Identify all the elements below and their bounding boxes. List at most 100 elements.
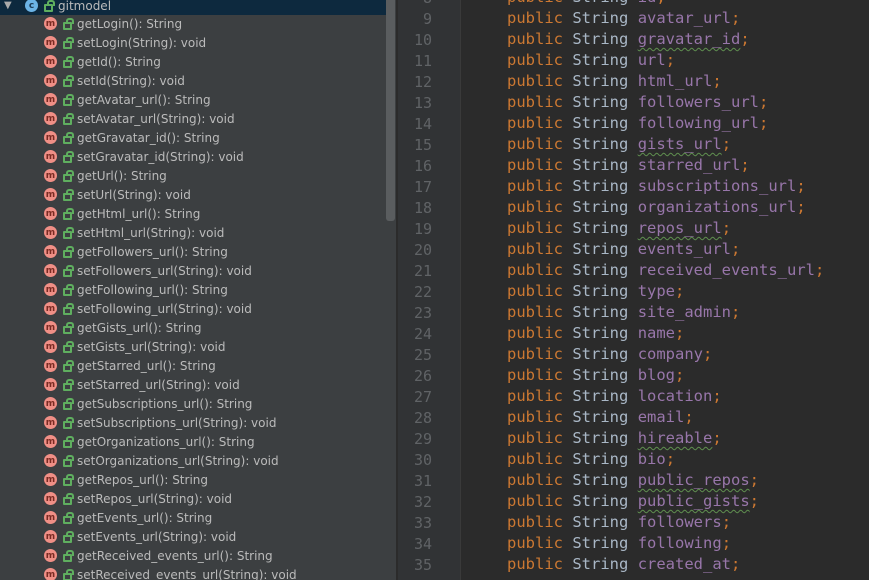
- line-number: 30: [413, 451, 432, 469]
- field-name: following: [637, 534, 722, 552]
- code-line[interactable]: public String bio;: [507, 450, 675, 468]
- method-label: setGravatar_id(String): void: [77, 149, 244, 164]
- code-line[interactable]: public String public_repos;: [507, 471, 759, 489]
- field-name: followers: [637, 513, 722, 531]
- tree-node-method[interactable]: m setFollowing_url(String): void: [0, 299, 386, 318]
- keyword: public: [507, 408, 563, 426]
- method-icon: m: [44, 17, 57, 30]
- code-line[interactable]: public String html_url;: [507, 72, 722, 90]
- keyword: public: [507, 366, 563, 384]
- code-line[interactable]: public String blog;: [507, 366, 684, 384]
- public-lock-icon: [63, 265, 74, 277]
- code-line[interactable]: public String following_url;: [507, 114, 768, 132]
- code-line[interactable]: public String public_gists;: [507, 492, 759, 510]
- line-number: 17: [413, 178, 432, 196]
- keyword: public: [507, 534, 563, 552]
- tree-node-method[interactable]: m getSubscriptions_url(): String: [0, 394, 386, 413]
- tree-node-method[interactable]: m getId(): String: [0, 52, 386, 71]
- tree-node-method[interactable]: m getFollowing_url(): String: [0, 280, 386, 299]
- public-lock-icon: [63, 493, 74, 505]
- method-label: setEvents_url(String): void: [77, 529, 237, 544]
- keyword: public: [507, 387, 563, 405]
- code-line[interactable]: public String following;: [507, 534, 731, 552]
- type-name: String: [572, 492, 629, 510]
- tree-node-method[interactable]: m setSubscriptions_url(String): void: [0, 413, 386, 432]
- code-line[interactable]: public String gists_url;: [507, 135, 731, 153]
- field-name: events_url: [637, 240, 732, 258]
- tree-node-method[interactable]: m getGravatar_id(): String: [0, 128, 386, 147]
- method-icon: m: [44, 264, 57, 277]
- tree-node-method[interactable]: m getReceived_events_url(): String: [0, 546, 386, 565]
- tree-node-method[interactable]: m setFollowers_url(String): void: [0, 261, 386, 280]
- code-line[interactable]: public String gravatar_id;: [507, 30, 750, 48]
- code-line[interactable]: public String hireable;: [507, 429, 722, 447]
- tree-node-method[interactable]: m setRepos_url(String): void: [0, 489, 386, 508]
- tree-node-method[interactable]: m getEvents_url(): String: [0, 508, 386, 527]
- public-lock-icon: [63, 417, 74, 429]
- code-line[interactable]: public String subscriptions_url;: [507, 177, 806, 195]
- tree-node-method[interactable]: m setHtml_url(String): void: [0, 223, 386, 242]
- tree-node-method[interactable]: m setId(String): void: [0, 71, 386, 90]
- field-name: html_url: [637, 72, 713, 90]
- tree-node-method[interactable]: m getStarred_url(): String: [0, 356, 386, 375]
- code-line[interactable]: public String organizations_url;: [507, 198, 806, 216]
- code-line[interactable]: public String type;: [507, 282, 684, 300]
- expand-triangle-icon[interactable]: ▼: [4, 0, 12, 11]
- code-line[interactable]: public String company;: [507, 345, 712, 363]
- method-label: getRepos_url(): String: [77, 472, 209, 487]
- tree-node-class-gitmodel[interactable]: ▼ c gitmodel: [0, 0, 386, 15]
- type-name: String: [572, 51, 629, 69]
- method-icon: m: [44, 302, 57, 315]
- tree-node-method[interactable]: m setStarred_url(String): void: [0, 375, 386, 394]
- method-icon: m: [44, 207, 57, 220]
- method-label: setGists_url(String): void: [77, 339, 226, 354]
- code-line[interactable]: public String id;: [507, 0, 666, 6]
- tree-node-method[interactable]: m setOrganizations_url(String): void: [0, 451, 386, 470]
- code-line[interactable]: public String name;: [507, 324, 684, 342]
- tree-node-method[interactable]: m getOrganizations_url(): String: [0, 432, 386, 451]
- code-line[interactable]: public String followers;: [507, 513, 731, 531]
- line-number: 24: [413, 325, 432, 343]
- tree-node-method[interactable]: m getHtml_url(): String: [0, 204, 386, 223]
- tree-node-method[interactable]: m getAvatar_url(): String: [0, 90, 386, 109]
- tree-node-method[interactable]: m setReceived_events_url(String): void: [0, 565, 386, 580]
- code-line[interactable]: public String avatar_url;: [507, 9, 740, 27]
- type-name: String: [572, 450, 629, 468]
- code-line[interactable]: public String url;: [507, 51, 675, 69]
- public-lock-icon: [63, 227, 74, 239]
- method-label: getHtml_url(): String: [77, 206, 201, 221]
- code-line[interactable]: public String starred_url;: [507, 156, 750, 174]
- keyword: public: [507, 450, 563, 468]
- code-line[interactable]: public String site_admin;: [507, 303, 740, 321]
- tree-node-method[interactable]: m getGists_url(): String: [0, 318, 386, 337]
- tree-node-method[interactable]: m setLogin(String): void: [0, 33, 386, 52]
- structure-panel: ▼ c gitmodel m getLogin(): String m setL…: [0, 0, 397, 580]
- tree-node-method[interactable]: m setUrl(String): void: [0, 185, 386, 204]
- tree-node-method[interactable]: m getRepos_url(): String: [0, 470, 386, 489]
- type-name: String: [572, 9, 629, 27]
- code-line[interactable]: public String followers_url;: [507, 93, 768, 111]
- field-name: avatar_url: [637, 9, 732, 27]
- keyword: public: [507, 177, 563, 195]
- code-line[interactable]: public String events_url;: [507, 240, 740, 258]
- keyword: public: [507, 30, 563, 48]
- tree-node-method[interactable]: m setGists_url(String): void: [0, 337, 386, 356]
- tree-node-method[interactable]: m setAvatar_url(String): void: [0, 109, 386, 128]
- code-line[interactable]: public String repos_url;: [507, 219, 731, 237]
- tree-node-method[interactable]: m getFollowers_url(): String: [0, 242, 386, 261]
- code-line[interactable]: public String received_events_url;: [507, 261, 824, 279]
- code-line[interactable]: public String created_at;: [507, 555, 740, 573]
- code-line[interactable]: public String email;: [507, 408, 694, 426]
- field-name: site_admin: [637, 303, 732, 321]
- tree-node-method[interactable]: m getLogin(): String: [0, 14, 386, 33]
- tree-node-method[interactable]: m setEvents_url(String): void: [0, 527, 386, 546]
- tree-node-method[interactable]: m getUrl(): String: [0, 166, 386, 185]
- method-icon: m: [44, 36, 57, 49]
- field-name: blog: [637, 366, 676, 384]
- type-name: String: [572, 219, 629, 237]
- code-line[interactable]: public String location;: [507, 387, 722, 405]
- field-name: gists_url: [637, 135, 722, 153]
- public-lock-icon: [63, 284, 74, 296]
- tree-node-method[interactable]: m setGravatar_id(String): void: [0, 147, 386, 166]
- field-name: public_repos: [637, 471, 750, 489]
